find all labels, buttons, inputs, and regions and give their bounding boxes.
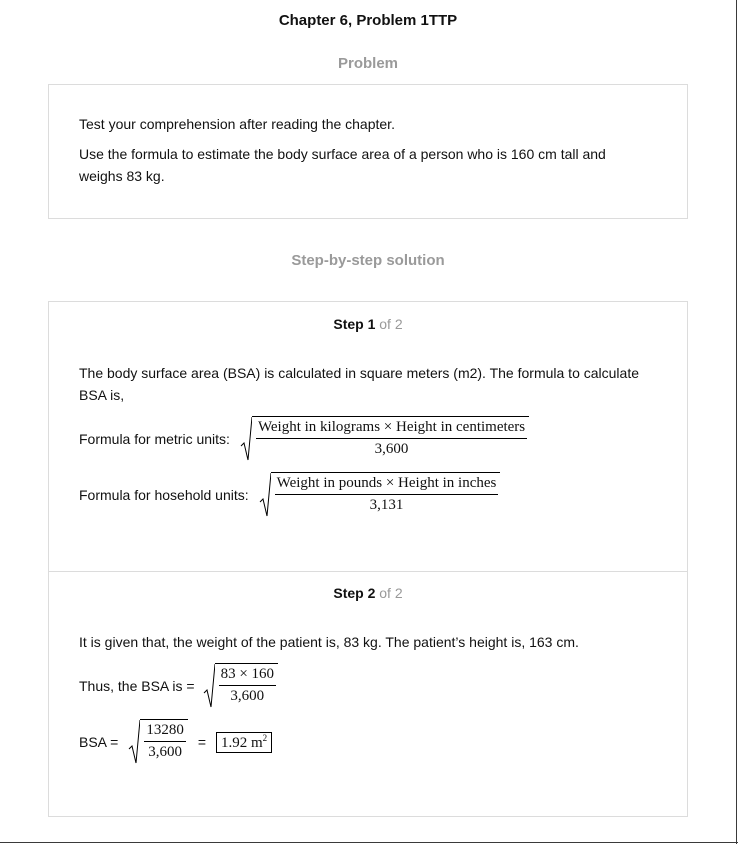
sqrt-sign-icon [240,416,252,461]
bsa-result-value: 1.92 m [221,734,263,751]
metric-formula-label: Formula for metric units: [79,431,230,447]
problem-heading: Problem [337,55,398,72]
problem-line-2: Use the formula to estimate the body sur… [79,146,606,184]
household-numerator: Weight in pounds × Height in inches [274,473,499,495]
step-2-text: It is given that, the weight of the pati… [79,634,579,650]
bsa-row: BSA = 13280 3,600 = 1.92 m2 [79,719,273,765]
thus-row: Thus, the BSA is = 83 × 160 3,600 [79,663,279,709]
thus-numerator: 83 × 160 [218,664,277,686]
page-border-right [736,0,737,844]
thus-formula: 83 × 160 3,600 [203,663,279,709]
step-2-label: Step 2 [333,585,376,601]
bsa-formula: 13280 3,600 [128,719,188,765]
page-border-bottom [0,842,738,843]
chapter-title: Chapter 6, Problem 1TTP [278,12,458,29]
step-1-of: of 2 [379,316,403,332]
step-2-of: of 2 [379,585,403,601]
step-divider [49,571,687,572]
bsa-numerator: 13280 [144,720,186,742]
metric-denominator: 3,600 [374,441,409,457]
household-formula: Weight in pounds × Height in inches 3,13… [259,472,501,518]
sqrt-sign-icon [203,663,215,708]
problem-box: Test your comprehension after reading th… [48,84,688,219]
thus-label: Thus, the BSA is = [79,678,195,694]
step-2-header: Step 2 of 2 [49,585,687,601]
bsa-result-exponent: 2 [262,732,268,743]
sqrt-sign-icon [128,719,141,764]
household-formula-row: Formula for hosehold units: Weight in po… [79,472,501,518]
thus-denominator: 3,600 [230,688,265,704]
equals-sign: = [197,734,206,750]
bsa-denominator: 3,600 [148,744,182,760]
metric-numerator: Weight in kilograms × Height in centimet… [255,417,528,439]
sqrt-sign-icon [259,472,271,517]
step-1-header: Step 1 of 2 [49,316,687,332]
bsa-label: BSA = [79,734,119,750]
solution-box: Step 1 of 2 The body surface area (BSA) … [48,301,688,817]
metric-formula: Weight in kilograms × Height in centimet… [240,416,530,462]
problem-line-1: Test your comprehension after reading th… [79,116,395,132]
metric-formula-row: Formula for metric units: Weight in kilo… [79,416,530,462]
step-1-text: The body surface area (BSA) is calculate… [79,365,639,403]
step-1-label: Step 1 [333,316,376,332]
bsa-result: 1.92 m2 [216,731,273,753]
household-denominator: 3,131 [369,497,404,513]
solution-heading: Step-by-step solution [291,252,445,269]
household-formula-label: Formula for hosehold units: [79,487,249,503]
